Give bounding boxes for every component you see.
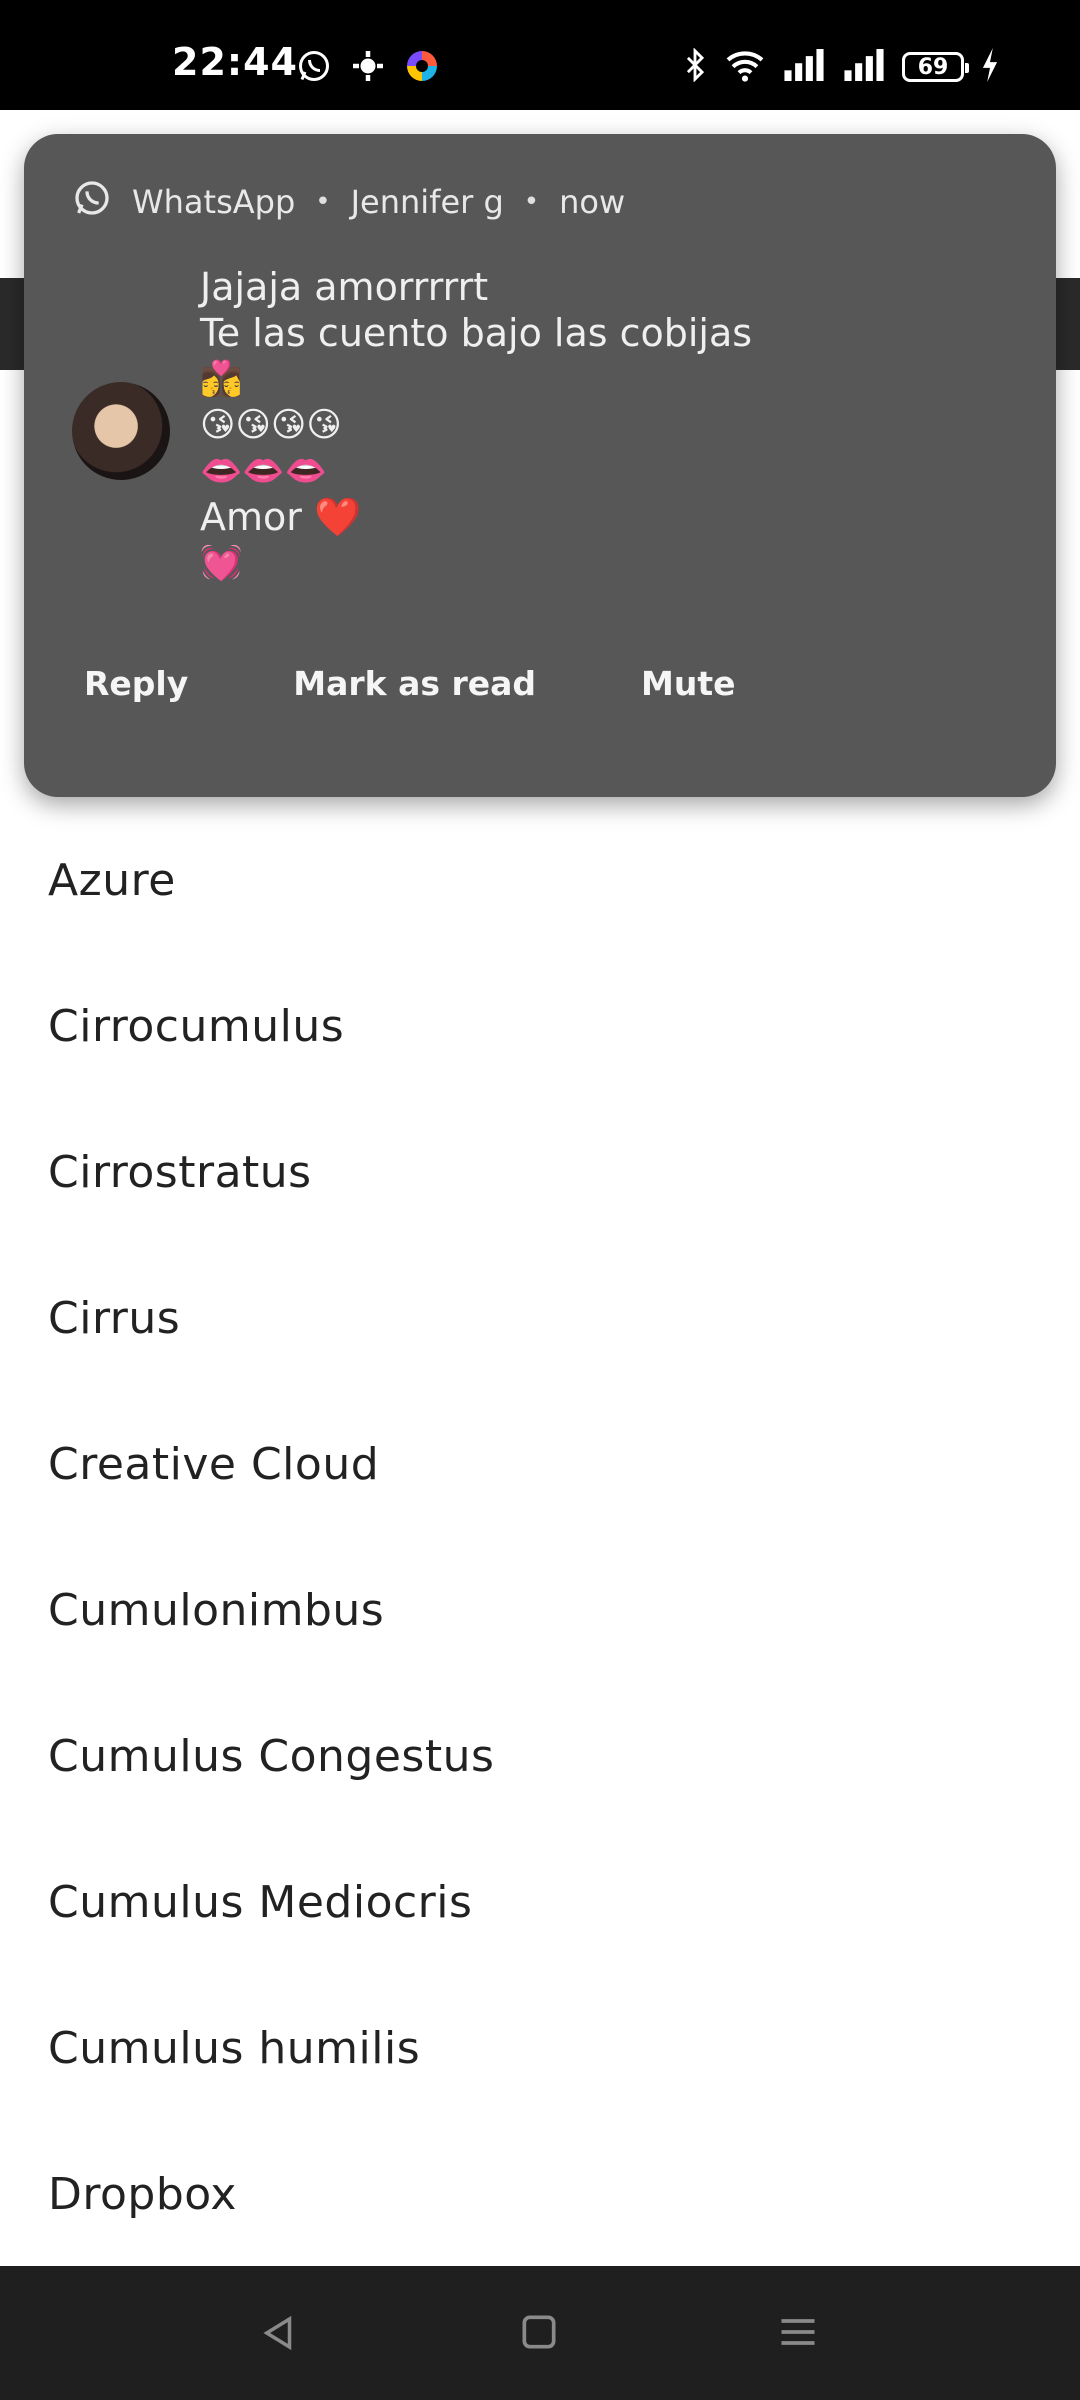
settings-gear-icon	[350, 48, 386, 88]
notification-actions: Reply Mark as read Mute	[84, 664, 841, 703]
message-line: Amor ❤️	[200, 495, 362, 539]
wifi-icon	[724, 48, 766, 86]
list-item[interactable]: Cirrostratus	[0, 1099, 1080, 1245]
status-right-icons: 69	[682, 47, 1000, 86]
message-line: Jajaja amorrrrrt	[200, 265, 489, 309]
signal-icon	[842, 49, 886, 85]
list-item[interactable]: Creative Cloud	[0, 1391, 1080, 1537]
status-time: 22:44	[172, 40, 298, 84]
list-item[interactable]: Cumulus Mediocris	[0, 1829, 1080, 1975]
app-color-icon	[404, 48, 440, 88]
list-item[interactable]: Cumulonimbus	[0, 1537, 1080, 1683]
emoji-line: 💓	[200, 543, 243, 583]
mark-as-read-button[interactable]: Mark as read	[293, 664, 536, 703]
list-item[interactable]: Cirrocumulus	[0, 953, 1080, 1099]
message-line: Te las cuento bajo las cobijas	[200, 311, 753, 355]
list-item[interactable]: Cirrus	[0, 1245, 1080, 1391]
back-icon[interactable]	[258, 2310, 300, 2360]
notification-app-name: WhatsApp	[132, 183, 296, 221]
battery-icon: 69	[902, 52, 969, 82]
home-icon[interactable]	[517, 2310, 561, 2358]
whatsapp-icon	[72, 178, 112, 226]
emoji-line: 😘😘😘😘	[200, 405, 342, 445]
bluetooth-icon	[682, 47, 708, 86]
notification-message: Jajaja amorrrrrt Te las cuento bajo las …	[200, 264, 752, 586]
list-item[interactable]: Dropbox	[0, 2121, 1080, 2267]
status-bar: 22:44 69	[0, 0, 1080, 110]
list-item[interactable]: Cumulus humilis	[0, 1975, 1080, 2121]
charging-bolt-icon	[980, 48, 1000, 86]
notification-header: WhatsApp • Jennifer g • now	[72, 178, 625, 226]
reply-button[interactable]: Reply	[84, 664, 188, 703]
signal-icon	[782, 49, 826, 85]
separator-dot: •	[523, 187, 540, 217]
battery-level: 69	[917, 54, 949, 80]
notification-sender: Jennifer g	[350, 183, 504, 221]
navigation-bar	[0, 2266, 1080, 2400]
list-item[interactable]: Cumulus Congestus	[0, 1683, 1080, 1829]
service-list: Azure Cirrocumulus Cirrostratus Cirrus C…	[0, 807, 1080, 2267]
whatsapp-icon	[296, 48, 332, 88]
status-left-icons	[296, 48, 440, 88]
list-item[interactable]: Azure	[0, 807, 1080, 953]
avatar	[72, 382, 170, 480]
emoji-line: 👩‍❤️‍💋‍👩	[200, 359, 243, 399]
separator-dot: •	[315, 187, 331, 217]
menu-icon[interactable]	[776, 2310, 820, 2358]
notification-time: now	[559, 183, 626, 221]
mute-button[interactable]: Mute	[641, 664, 736, 703]
emoji-line: 👄👄👄	[200, 451, 328, 491]
whatsapp-notification[interactable]: WhatsApp • Jennifer g • now Jajaja amorr…	[24, 134, 1056, 797]
